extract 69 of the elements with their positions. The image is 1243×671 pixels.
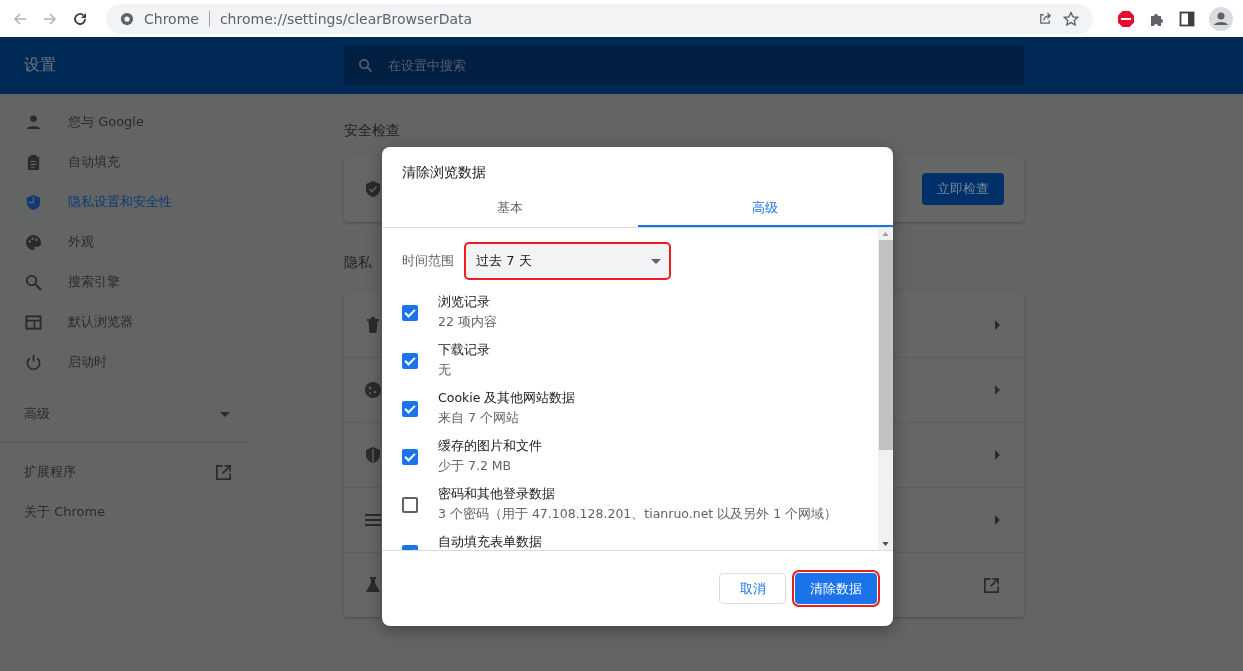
site-info-icon[interactable]	[120, 11, 134, 26]
option-detail: 来自 7 个网站	[438, 410, 520, 427]
checkbox[interactable]	[402, 305, 418, 321]
time-range-label: 时间范围	[402, 252, 454, 270]
checkbox[interactable]	[402, 401, 418, 417]
option-detail: 无	[438, 362, 452, 379]
address-bar[interactable]: Chrome chrome://settings/clearBrowserData	[106, 3, 1093, 34]
chevron-right-icon[interactable]	[995, 319, 1000, 330]
option-detail: 22 项内容	[438, 314, 497, 331]
trash-icon	[364, 315, 382, 334]
section-heading: 安全检查	[344, 122, 400, 140]
site-label: Chrome	[144, 10, 199, 27]
scroll-down-icon[interactable]	[882, 542, 889, 546]
person-icon	[25, 113, 42, 131]
option-detail: 3 个密码（用于 47.108.128.201、tianruo.net 以及另外 1 个网域）	[438, 506, 838, 523]
check-now-button[interactable]: 立即检查	[922, 173, 1004, 205]
option-label: Cookie 及其他网站数据	[438, 390, 576, 407]
palette-icon	[25, 233, 42, 251]
advanced-toggle[interactable]: 高级	[0, 390, 256, 438]
clipboard-icon	[25, 153, 42, 171]
external-link-icon	[215, 463, 232, 481]
search-icon	[25, 273, 42, 291]
option-label: 密码和其他登录数据	[438, 486, 556, 503]
checkbox[interactable]	[402, 353, 418, 369]
checkbox[interactable]	[402, 497, 418, 513]
option-label: 浏览记录	[438, 294, 491, 311]
scroll-up-icon[interactable]	[882, 232, 889, 236]
browser-window-icon	[25, 313, 42, 331]
shield-icon	[25, 193, 42, 211]
tab[interactable]: 高级	[637, 192, 893, 227]
clear-data-button[interactable]: 清除数据	[795, 573, 877, 604]
scrollbar[interactable]	[878, 228, 893, 550]
chevron-right-icon[interactable]	[995, 385, 1000, 395]
adblock-icon[interactable]	[1117, 9, 1135, 28]
flask-icon	[364, 576, 382, 594]
option-label: 下载记录	[438, 342, 490, 359]
chevron-right-icon[interactable]	[995, 450, 1000, 460]
shield-check-icon	[364, 180, 382, 198]
sliders-icon	[364, 511, 382, 529]
option-label: 自动填充表单数据	[438, 534, 542, 550]
shield-icon	[364, 446, 382, 464]
cancel-button[interactable]: 取消	[719, 573, 786, 604]
sidebar-item[interactable]: 隐私设置和安全性	[0, 182, 256, 222]
power-icon	[25, 353, 42, 371]
sidebar-item[interactable]: 外观	[0, 222, 256, 262]
sidebar-item[interactable]: 您与 Google	[0, 102, 256, 142]
tab[interactable]: 基本	[382, 192, 638, 227]
settings-title: 设置	[24, 55, 56, 74]
star-icon[interactable]	[1063, 10, 1079, 27]
checkbox[interactable]	[402, 449, 418, 465]
caret-icon	[220, 411, 230, 417]
share-icon[interactable]	[1038, 11, 1053, 26]
side-panel-icon[interactable]	[1179, 10, 1195, 27]
search-field[interactable]: 在设置中搜索	[344, 46, 1024, 85]
sidebar-link[interactable]: 关于 Chrome	[0, 492, 256, 532]
url-text: chrome://settings/clearBrowserData	[219, 10, 473, 27]
caret-icon	[651, 258, 661, 264]
time-range-dropdown[interactable]: 过去 7 天	[466, 244, 669, 278]
dialog-title: 清除浏览数据	[401, 163, 487, 182]
sidebar-link[interactable]: 扩展程序	[0, 452, 256, 492]
search-icon	[358, 58, 373, 73]
section-heading: 隐私	[344, 254, 372, 272]
cookie-icon	[364, 381, 382, 399]
profile-avatar-icon[interactable]	[1209, 6, 1233, 31]
option-detail: 少于 7.2 MB	[438, 458, 513, 475]
reload-icon[interactable]	[72, 10, 88, 27]
chevron-right-icon[interactable]	[995, 515, 1000, 525]
external-link-icon[interactable]	[983, 576, 1000, 594]
option-label: 缓存的图片和文件	[438, 438, 542, 455]
